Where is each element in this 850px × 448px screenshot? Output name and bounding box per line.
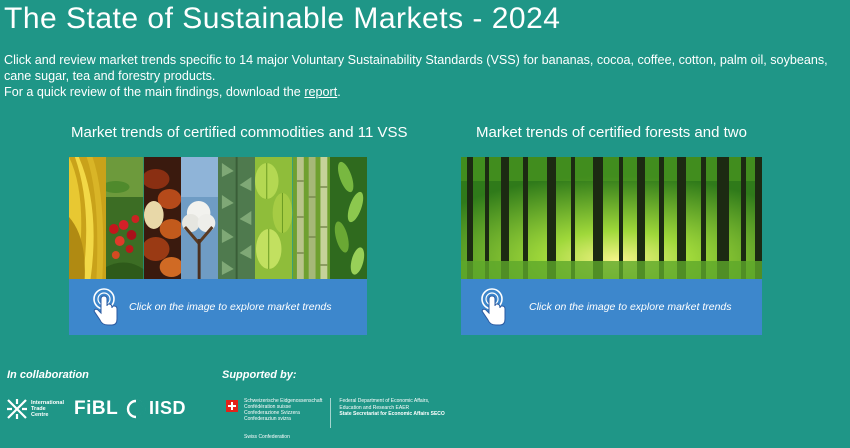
tea-image	[329, 157, 367, 279]
seco-line-1: Federal Department of Economic Affairs,	[339, 398, 430, 404]
soybeans-image	[255, 157, 293, 279]
forests-cta-banner[interactable]: Click on the image to explore market tre…	[461, 279, 762, 335]
cane-sugar-image	[292, 157, 330, 279]
itc-line-3: Centre	[31, 412, 49, 418]
cotton-image	[180, 157, 218, 279]
swiss-flag-icon	[226, 400, 238, 412]
iisd-logo[interactable]: IISD	[126, 398, 186, 419]
coffee-image	[106, 157, 144, 279]
seco-line-3: State Secretariat for Economic Affairs S…	[339, 411, 445, 417]
hand-pointer-icon	[481, 288, 506, 326]
swiss-confederation-caption: Swiss Confederation	[244, 434, 290, 440]
swiss-name-rm: Confederaziun svizra	[244, 416, 291, 422]
itc-logo-icon	[7, 399, 27, 419]
collaboration-label: In collaboration	[7, 369, 89, 381]
commodities-image[interactable]	[69, 157, 367, 279]
commodities-card-title: Market trends of certified commodities a…	[71, 124, 408, 141]
supported-by-label: Supported by:	[222, 369, 297, 381]
iisd-logo-icon	[126, 399, 146, 418]
swiss-divider	[330, 398, 332, 428]
forests-card[interactable]: Click on the image to explore market tre…	[461, 157, 762, 335]
forest-image[interactable]	[461, 157, 762, 279]
commodities-cta-label: Click on the image to explore market tre…	[129, 301, 332, 313]
commodities-card[interactable]: Click on the image to explore market tre…	[69, 157, 367, 335]
cocoa-image	[143, 157, 181, 279]
report-link[interactable]: report	[304, 85, 337, 99]
forests-card-title: Market trends of certified forests and t…	[476, 124, 747, 141]
intro-line-2: For a quick review of the main findings,…	[4, 84, 846, 100]
seco-department: Federal Department of Economic Affairs, …	[339, 398, 444, 428]
intro-line-2-suffix: .	[337, 85, 341, 99]
intro-text: Click and review market trends specific …	[4, 52, 846, 100]
itc-logo[interactable]: International Trade Centre	[6, 398, 64, 420]
bananas-image	[69, 157, 107, 279]
iisd-logo-text: IISD	[149, 398, 187, 418]
commodities-cta-banner[interactable]: Click on the image to explore market tre…	[69, 279, 367, 335]
hand-pointer-icon	[93, 288, 118, 326]
fibl-logo[interactable]: FiBL	[74, 398, 118, 420]
palm-oil-image	[218, 157, 256, 279]
page-title: The State of Sustainable Markets - 2024	[4, 2, 561, 35]
swiss-confederation-logo[interactable]: Schweizerische Eidgenossenschaft Confédé…	[226, 398, 445, 428]
forests-cta-label: Click on the image to explore market tre…	[529, 301, 732, 313]
itc-logo-text: International Trade Centre	[31, 400, 64, 418]
swiss-names: Schweizerische Eidgenossenschaft Confédé…	[244, 398, 322, 428]
intro-line-2-prefix: For a quick review of the main findings,…	[4, 85, 305, 99]
intro-line-1: Click and review market trends specific …	[4, 53, 828, 83]
